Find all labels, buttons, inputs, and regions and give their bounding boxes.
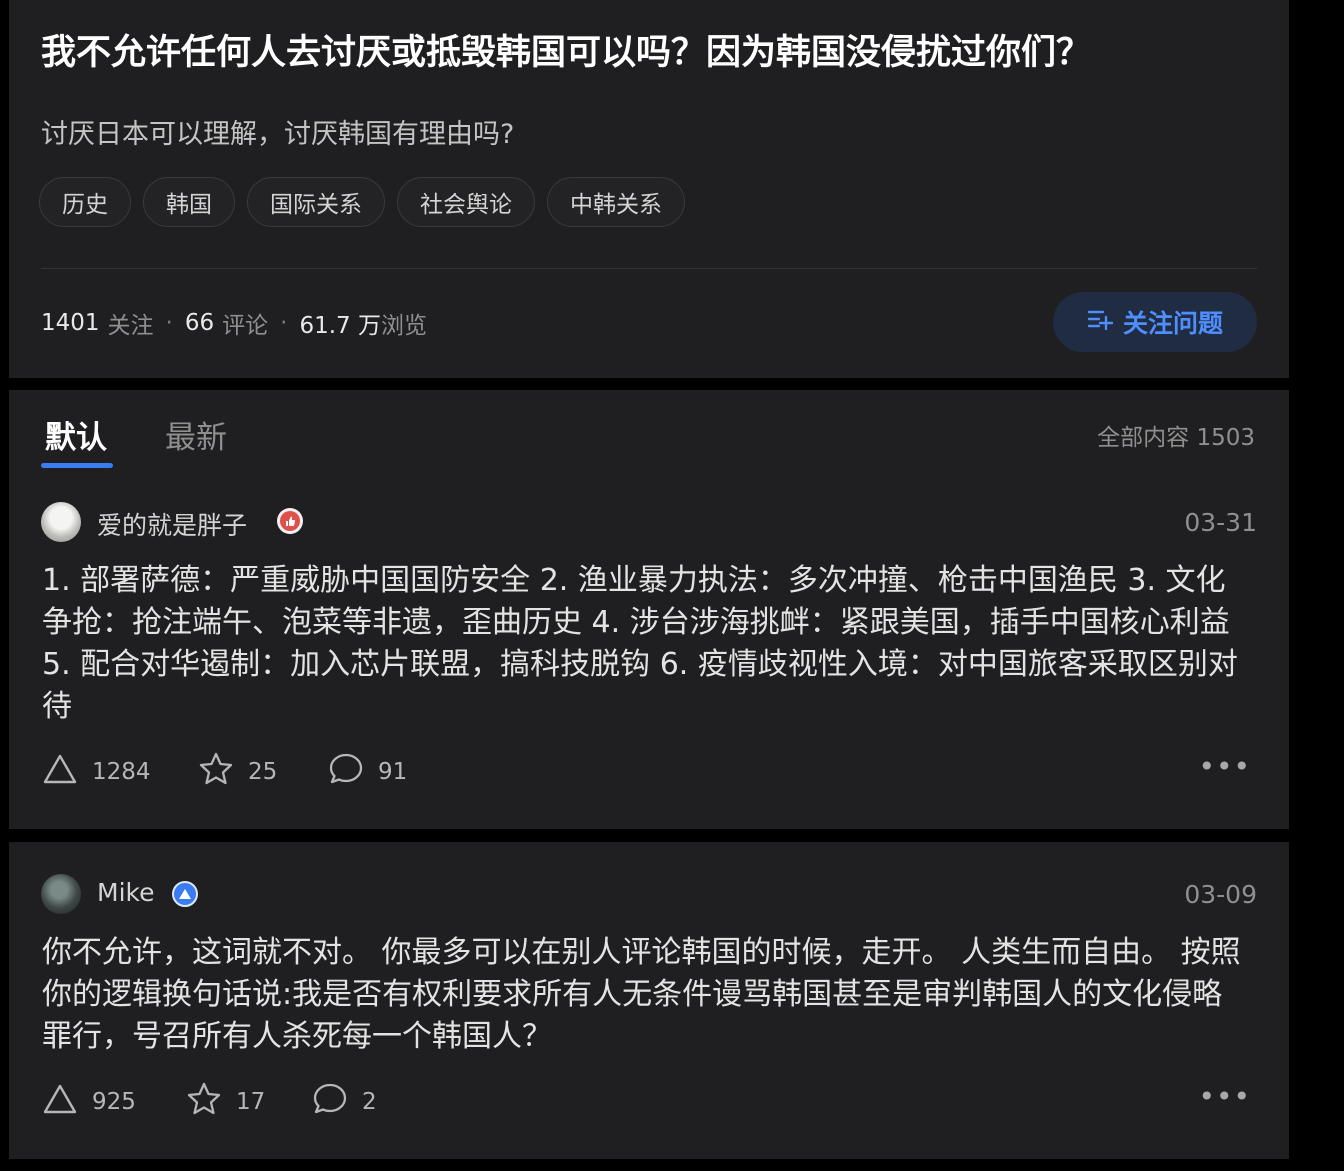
tag-international-relations[interactable]: 国际关系	[247, 177, 385, 227]
comment-icon	[328, 752, 364, 792]
comment-icon	[312, 1082, 348, 1122]
upvote-button[interactable]: 1284	[42, 753, 198, 791]
tag-korea[interactable]: 韩国	[143, 177, 235, 227]
upvote-count: 1284	[92, 759, 151, 785]
comment-button[interactable]: 91	[328, 752, 407, 792]
comments-label: 评论	[222, 313, 269, 339]
author-name[interactable]: 爱的就是胖子	[97, 506, 247, 542]
badge-icon	[277, 508, 303, 534]
answer-card: Mike 03-09 你不允许，这词就不对。 你最多可以在别人评论韩国的时候，走…	[9, 842, 1289, 1159]
favorite-count: 25	[248, 759, 278, 785]
author-name[interactable]: Mike	[97, 878, 154, 907]
tag-history[interactable]: 历史	[39, 177, 131, 227]
answer-actions: 1284 25 91	[42, 752, 407, 792]
topic-tags: 历史 韩国 国际关系 社会舆论 中韩关系	[39, 177, 685, 227]
comments-count: 66	[184, 310, 215, 336]
active-tab-indicator	[41, 463, 113, 468]
answer-actions: 925 17 2	[42, 1082, 377, 1122]
separator-dot: ·	[280, 310, 288, 336]
answer-date: 03-31	[1184, 508, 1257, 537]
upvote-count: 925	[92, 1089, 136, 1115]
avatar[interactable]	[41, 502, 81, 542]
favorite-button[interactable]: 25	[198, 752, 328, 792]
upvote-icon	[42, 753, 78, 791]
divider	[41, 268, 1257, 269]
comment-button[interactable]: 2	[312, 1082, 377, 1122]
more-icon[interactable]: •••	[1198, 1080, 1251, 1113]
question-stats: 1401 关注 · 66 评论 · 61.7 万 浏览	[41, 306, 427, 340]
star-icon	[198, 752, 234, 792]
follow-question-button[interactable]: 关注问题	[1053, 292, 1257, 352]
avatar[interactable]	[41, 874, 81, 914]
question-card: 我不允许任何人去讨厌或抵毁韩国可以吗？因为韩国没侵扰过你们？ 讨厌日本可以理解，…	[9, 0, 1289, 378]
followers-label: 关注	[107, 313, 154, 339]
favorite-button[interactable]: 17	[186, 1082, 312, 1122]
total-content-count: 全部内容 1503	[1097, 425, 1255, 451]
question-title[interactable]: 我不允许任何人去讨厌或抵毁韩国可以吗？因为韩国没侵扰过你们？	[41, 30, 1271, 76]
views-label: 浏览	[380, 313, 427, 339]
more-icon[interactable]: •••	[1198, 750, 1251, 783]
follow-button-label: 关注问题	[1122, 309, 1223, 338]
comment-count: 91	[378, 759, 408, 785]
answer-date: 03-09	[1184, 880, 1257, 909]
answers-card: 默认 最新 全部内容 1503 爱的就是胖子 03-31 1. 部署萨德：严重威…	[9, 390, 1289, 829]
answer-content[interactable]: 你不允许，这词就不对。 你最多可以在别人评论韩国的时候，走开。 人类生而自由。 …	[42, 932, 1252, 1058]
badge-icon	[172, 881, 198, 907]
separator-dot: ·	[165, 310, 173, 336]
answer-content[interactable]: 1. 部署萨德：严重威胁中国国防安全 2. 渔业暴力执法：多次冲撞、枪击中国渔民…	[42, 560, 1252, 728]
tag-china-korea-relations[interactable]: 中韩关系	[547, 177, 685, 227]
tab-default[interactable]: 默认	[45, 412, 107, 457]
comment-count: 2	[362, 1089, 377, 1115]
tag-public-opinion[interactable]: 社会舆论	[397, 177, 535, 227]
favorite-count: 17	[236, 1089, 266, 1115]
star-icon	[186, 1082, 222, 1122]
follow-list-icon	[1087, 307, 1114, 337]
views-count: 61.7 万	[299, 313, 381, 339]
upvote-icon	[42, 1083, 78, 1121]
tab-latest[interactable]: 最新	[165, 412, 227, 457]
question-subtitle: 讨厌日本可以理解，讨厌韩国有理由吗?	[41, 119, 515, 150]
upvote-button[interactable]: 925	[42, 1083, 186, 1121]
followers-count: 1401	[41, 310, 100, 336]
